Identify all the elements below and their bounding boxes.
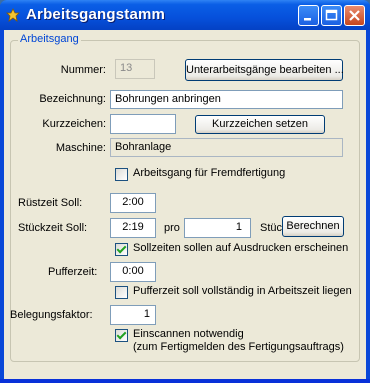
unterarbeitsgaenge-button[interactable]: Unterarbeitsgänge bearbeiten ... — [185, 59, 344, 81]
belegungsfaktor-label: Belegungsfaktor: — [10, 309, 93, 321]
stueckzeit-field[interactable]: 2:19 — [110, 218, 156, 238]
fremdfertigung-label: Arbeitsgang für Fremdfertigung — [133, 167, 286, 179]
app-icon — [6, 8, 20, 22]
puffer-arbeitszeit-label: Pufferzeit soll vollständig in Arbeitsze… — [133, 285, 352, 297]
close-button[interactable] — [344, 5, 365, 26]
close-icon — [349, 10, 360, 21]
kurzzeichen-field[interactable] — [110, 114, 176, 134]
minimize-icon — [304, 18, 311, 21]
puffer-arbeitszeit-checkbox[interactable]: Pufferzeit soll vollständig in Arbeitsze… — [115, 285, 352, 299]
window-bottom-border — [0, 379, 370, 383]
stueckzeit-label: Stückzeit Soll: — [18, 222, 88, 234]
checkbox-checked-box — [115, 243, 128, 256]
belegungsfaktor-field[interactable]: 1 — [110, 305, 156, 325]
einscannen-label-line2: (zum Fertigmelden des Fertigungsauftrags… — [133, 341, 344, 353]
maximize-icon — [325, 9, 338, 21]
bezeichnung-field[interactable]: Bohrungen anbringen — [110, 90, 343, 109]
group-label: Arbeitsgang — [18, 33, 81, 45]
checkbox-box — [115, 168, 128, 181]
checkbox-checked-box — [115, 329, 128, 342]
maximize-button[interactable] — [321, 5, 342, 26]
nummer-field: 13 — [115, 59, 155, 79]
title-bar[interactable]: Arbeitsgangstamm — [0, 0, 370, 30]
sollzeiten-drucken-label: Sollzeiten sollen auf Ausdrucken erschei… — [133, 242, 349, 254]
sollzeiten-drucken-checkbox[interactable]: Sollzeiten sollen auf Ausdrucken erschei… — [115, 242, 348, 256]
pufferzeit-field[interactable]: 0:00 — [110, 262, 156, 282]
stueck-anzahl-field[interactable]: 1 — [184, 218, 251, 238]
window-title: Arbeitsgangstamm — [26, 6, 166, 23]
kurzzeichen-setzen-button[interactable]: Kurzzeichen setzen — [195, 115, 325, 134]
minimize-button[interactable] — [298, 5, 319, 26]
einscannen-label: Einscannen notwendig (zum Fertigmelden d… — [133, 328, 344, 354]
berechnen-button[interactable]: Berechnen — [282, 216, 344, 237]
window-client-area: Arbeitsgang Nummer: 13 Unterarbeitsgänge… — [4, 30, 366, 379]
maschine-field: Bohranlage — [110, 138, 343, 157]
checkbox-box — [115, 286, 128, 299]
kurzzeichen-label: Kurzzeichen: — [42, 118, 106, 130]
ruestzeit-field[interactable]: 2:00 — [110, 193, 156, 213]
einscannen-label-line1: Einscannen notwendig — [133, 328, 244, 340]
pro-label: pro — [164, 222, 180, 234]
ruestzeit-label: Rüstzeit Soll: — [18, 197, 83, 209]
einscannen-checkbox[interactable]: Einscannen notwendig (zum Fertigmelden d… — [115, 328, 344, 354]
fremdfertigung-checkbox[interactable]: Arbeitsgang für Fremdfertigung — [115, 167, 285, 181]
pufferzeit-label: Pufferzeit: — [48, 266, 98, 278]
nummer-label: Nummer: — [60, 64, 106, 76]
maschine-label: Maschine: — [55, 142, 106, 154]
bezeichnung-label: Bezeichnung: — [39, 93, 106, 105]
window: Arbeitsgangstamm Arbeitsgang Nummer: 13 … — [0, 0, 370, 383]
